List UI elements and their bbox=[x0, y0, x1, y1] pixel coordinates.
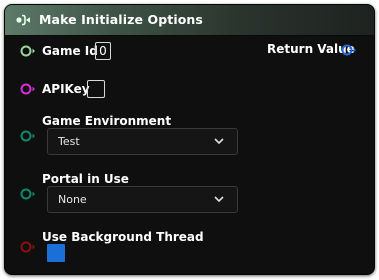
pin-label-portal-in-use: Portal in Use bbox=[42, 172, 129, 186]
api-key-input[interactable] bbox=[87, 80, 105, 98]
chevron-down-icon bbox=[214, 138, 224, 145]
node-title: Make Initialize Options bbox=[39, 12, 203, 27]
pin-label-use-background-thread: Use Background Thread bbox=[42, 230, 204, 244]
input-pin-icon[interactable] bbox=[20, 45, 36, 57]
input-pin-icon[interactable] bbox=[20, 188, 36, 200]
pin-label-game-environment: Game Environment bbox=[42, 114, 172, 128]
portal-in-use-dropdown[interactable]: None bbox=[47, 186, 238, 213]
game-environment-selected: Test bbox=[58, 135, 80, 148]
input-pin-icon[interactable] bbox=[20, 241, 36, 253]
input-pin-icon[interactable] bbox=[20, 130, 36, 142]
pin-game-environment[interactable] bbox=[20, 130, 36, 142]
pin-label-game-id: Game Id bbox=[42, 44, 98, 58]
make-initialize-options-node[interactable]: Make Initialize Options Game Id 0 Return… bbox=[4, 4, 375, 275]
game-id-input[interactable]: 0 bbox=[95, 42, 111, 60]
output-pin-icon[interactable] bbox=[341, 44, 357, 56]
use-background-thread-checkbox[interactable] bbox=[47, 244, 65, 262]
pin-api-key[interactable] bbox=[20, 83, 36, 95]
chevron-down-icon bbox=[214, 196, 224, 203]
pin-return-value[interactable] bbox=[341, 44, 357, 56]
portal-in-use-selected: None bbox=[58, 193, 87, 206]
input-pin-icon[interactable] bbox=[20, 83, 36, 95]
game-environment-dropdown[interactable]: Test bbox=[47, 128, 238, 155]
pin-game-id[interactable] bbox=[20, 45, 36, 57]
function-icon bbox=[16, 14, 30, 26]
pin-portal-in-use[interactable] bbox=[20, 188, 36, 200]
pin-use-background-thread[interactable] bbox=[20, 241, 36, 253]
pin-label-api-key: APIKey bbox=[42, 82, 90, 96]
node-header[interactable]: Make Initialize Options bbox=[5, 5, 374, 36]
